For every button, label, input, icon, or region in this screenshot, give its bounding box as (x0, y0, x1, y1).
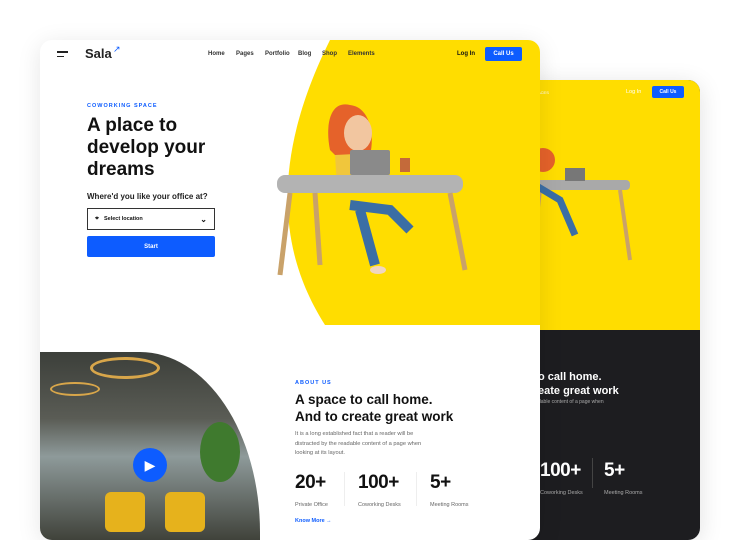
login-link[interactable]: Log In (457, 51, 475, 57)
hero-illustration (277, 104, 468, 276)
start-button[interactable]: Start (87, 236, 215, 257)
nav-pages[interactable]: Pages (236, 51, 254, 57)
call-us-button[interactable]: Call Us (485, 47, 522, 61)
stat-coworking-desks: 100+ Coworking Desks (358, 472, 401, 508)
map-pin-icon: ⌖ (95, 215, 99, 222)
back-body: dable content of a page when (538, 399, 604, 405)
about-title: A space to call home. And to create great… (295, 392, 454, 424)
hero-title: A place to develop your dreams (87, 115, 206, 180)
nav-home[interactable]: Home (208, 51, 225, 57)
back-illustration (530, 148, 632, 261)
divider (416, 472, 417, 506)
arrow-right-icon: → (326, 518, 332, 524)
back-stat-desks: 100+ Coworking Desks (540, 460, 583, 496)
hero-eyebrow: COWORKING SPACE (87, 103, 158, 109)
location-select[interactable]: ⌖ Select location ⌄ (87, 208, 215, 230)
divider (592, 458, 593, 488)
location-question: Where'd you like your office at? (87, 192, 208, 201)
office-photo: ▶ (40, 352, 260, 540)
nav-elements[interactable]: Elements (348, 51, 375, 57)
back-stat-rooms: 5+ Meeting Rooms (604, 460, 643, 496)
back-login-link[interactable]: Log In (626, 89, 641, 95)
arrow-up-right-icon: ↗ (113, 44, 121, 54)
stat-meeting-rooms: 5+ Meeting Rooms (430, 472, 469, 508)
menu-icon[interactable] (57, 51, 68, 57)
chevron-down-icon: ⌄ (200, 214, 207, 224)
nav-portfolio[interactable]: Portfolio (265, 51, 290, 57)
nav-shop[interactable]: Shop (322, 51, 337, 57)
stat-private-office: 20+ Private Office (295, 472, 328, 508)
divider (344, 472, 345, 506)
about-body: It is a long established fact that a rea… (295, 431, 422, 456)
back-title-1: o call home. (538, 371, 602, 383)
know-more-link[interactable]: Know More → (295, 518, 332, 524)
select-placeholder: Select location (103, 216, 143, 222)
back-call-button[interactable]: Call Us (652, 86, 684, 98)
play-icon: ▶ (144, 456, 156, 473)
nav-blog[interactable]: Blog (298, 51, 311, 57)
brand-logo[interactable]: Sala (85, 46, 112, 61)
back-title-2: eate great work (538, 385, 619, 397)
about-eyebrow: ABOUT US (295, 380, 332, 386)
play-video-button[interactable]: ▶ (133, 448, 167, 482)
main-preview-card: Sala ↗ Home Pages Portfolio Blog Shop El… (40, 40, 540, 540)
